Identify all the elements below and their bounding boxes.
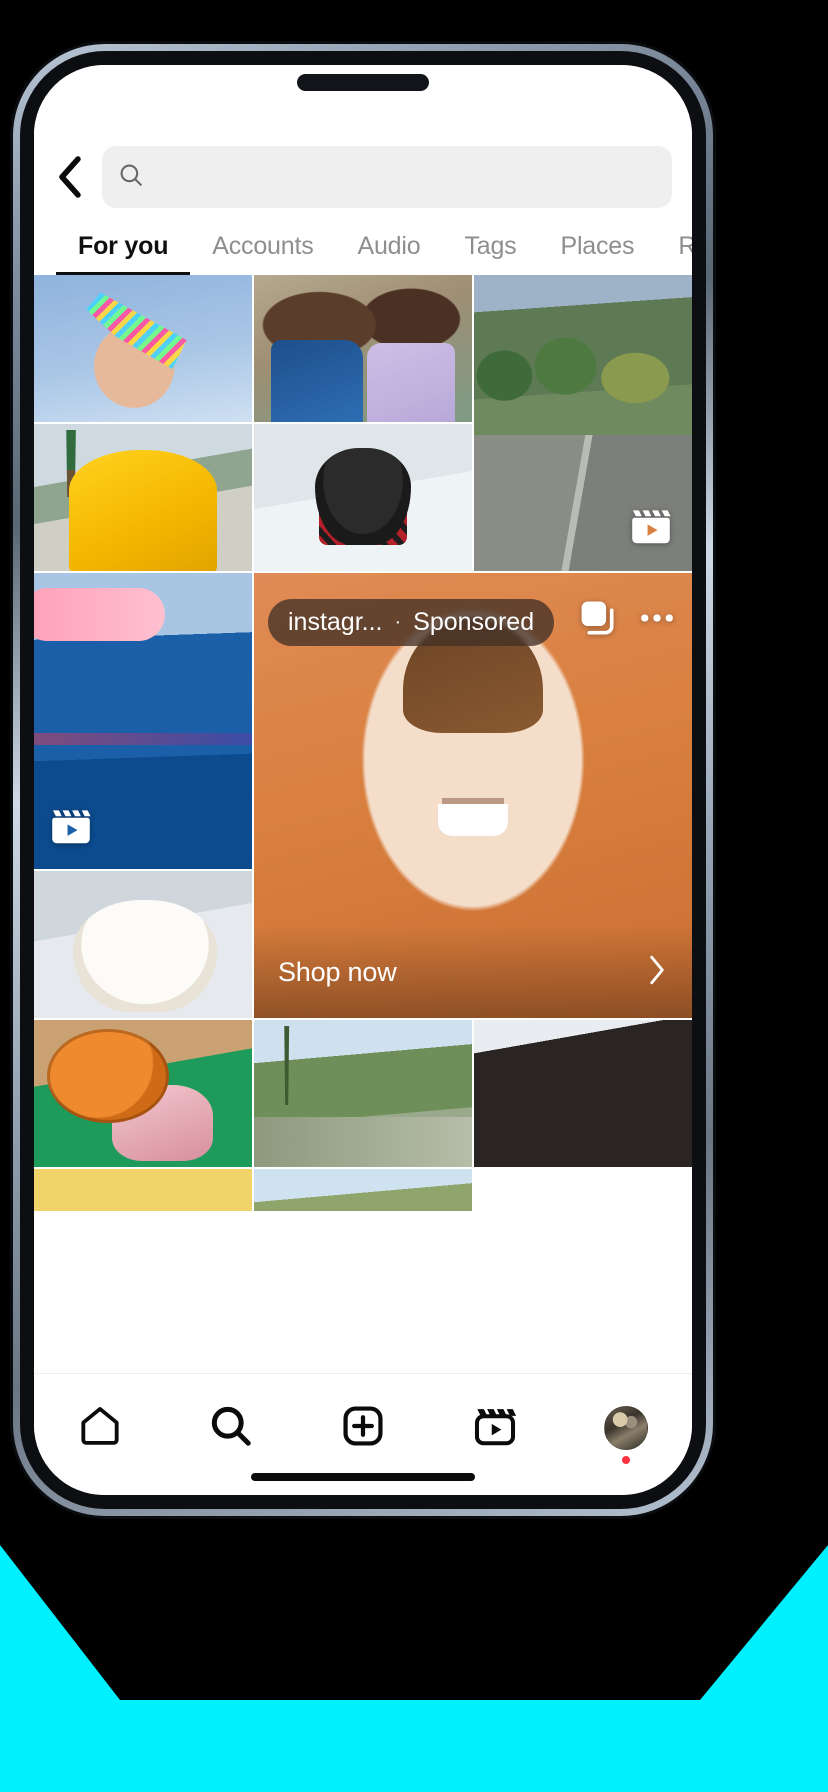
nav-create[interactable] (325, 1396, 401, 1460)
thumb-palm-garden-image (254, 1020, 472, 1167)
tab-places-label: Places (560, 232, 635, 260)
search-input[interactable] (154, 164, 656, 190)
ad-cta-label: Shop now (278, 956, 397, 987)
thumb-dog-in-snow-image (254, 424, 472, 571)
tab-for-you[interactable]: For you (56, 232, 191, 275)
tab-reels[interactable]: Reels (656, 232, 692, 275)
phone-device: For you Accounts Audio Tags Places Reels (13, 44, 713, 1516)
reels-icon (48, 804, 94, 855)
phone-screen: For you Accounts Audio Tags Places Reels (34, 65, 692, 1495)
thumb-flamingo-pool-reel[interactable] (34, 573, 252, 869)
tab-places[interactable]: Places (538, 232, 656, 275)
tab-tags[interactable]: Tags (442, 232, 538, 275)
nav-search[interactable] (193, 1396, 269, 1460)
notification-dot (622, 1456, 631, 1464)
thumb-palm-garden[interactable] (254, 1020, 472, 1167)
carousel-stack-icon (576, 597, 618, 644)
thumb-dog-in-snow[interactable] (254, 424, 472, 571)
tab-tags-label: Tags (464, 232, 517, 260)
tab-audio[interactable]: Audio (336, 232, 443, 275)
home-indicator (251, 1473, 475, 1481)
home-icon (77, 1403, 123, 1454)
thumb-garden-view-image (254, 1169, 472, 1211)
ad-overlay-icons (576, 597, 678, 644)
thumb-beaded-hand-image (34, 275, 252, 422)
tab-accounts-label: Accounts (212, 232, 314, 260)
thumb-white-puppy-image (34, 871, 252, 1018)
tab-reels-label: Reels (678, 232, 692, 260)
search-tab-bar: For you Accounts Audio Tags Places Reels (34, 213, 692, 275)
ad-account-handle[interactable]: instagr... (288, 608, 383, 637)
thumb-product-shelf-image (34, 1169, 252, 1211)
thumb-white-puppy[interactable] (34, 871, 252, 1018)
search-field[interactable] (102, 146, 672, 208)
search-header (34, 141, 692, 213)
screenshot-stage: For you Accounts Audio Tags Places Reels (0, 0, 828, 1792)
tab-for-you-label: For you (78, 232, 169, 260)
ad-sponsored-label: Sponsored (413, 608, 535, 636)
avatar (604, 1406, 649, 1450)
nav-home[interactable] (62, 1396, 138, 1460)
thumb-dark-fur-image (474, 1020, 692, 1167)
chevron-left-icon (57, 156, 83, 198)
device-notch (297, 74, 429, 91)
thumb-product-shelf[interactable]: Bifásico ⊥ Mascarilla Exfoliante (34, 1169, 252, 1211)
reels-icon (628, 504, 674, 555)
nav-reels[interactable] (457, 1396, 533, 1460)
thumb-yellow-raincoat[interactable] (34, 424, 252, 571)
explore-grid-inner: instagr... · Sponsored Shop now (34, 275, 692, 1211)
ad-cta-bar[interactable]: Shop now (254, 926, 692, 1018)
more-options-icon[interactable] (636, 597, 678, 644)
plus-square-icon (340, 1403, 386, 1454)
search-icon (118, 162, 144, 193)
tab-accounts[interactable]: Accounts (190, 232, 335, 275)
tab-audio-label: Audio (357, 232, 421, 260)
thumb-two-friends[interactable] (254, 275, 472, 422)
thumb-yellow-raincoat-image (34, 424, 252, 571)
thumb-beaded-hand[interactable] (34, 275, 252, 422)
sponsored-ad-card[interactable]: instagr... · Sponsored Shop now (254, 573, 692, 1018)
back-button[interactable] (52, 156, 88, 198)
thumb-garden-view[interactable]: Eye Cream Moisturizer Sunscreen (254, 1169, 472, 1211)
thumb-dark-fur[interactable] (474, 1020, 692, 1167)
thumb-basketball-kid-image (34, 1020, 252, 1167)
ad-badge-separator: · (394, 611, 402, 633)
thumb-two-friends-image (254, 275, 472, 422)
explore-grid: instagr... · Sponsored Shop now (34, 275, 692, 1211)
nav-profile[interactable] (588, 1396, 664, 1464)
avatar-wrapper (604, 1406, 649, 1464)
search-icon (208, 1403, 254, 1454)
thumb-forest-road-reel[interactable] (474, 275, 692, 571)
reels-icon (472, 1403, 518, 1454)
chevron-right-icon[interactable] (644, 954, 670, 991)
sponsored-badge: instagr... · Sponsored (268, 599, 555, 646)
thumb-basketball-kid[interactable] (34, 1020, 252, 1167)
